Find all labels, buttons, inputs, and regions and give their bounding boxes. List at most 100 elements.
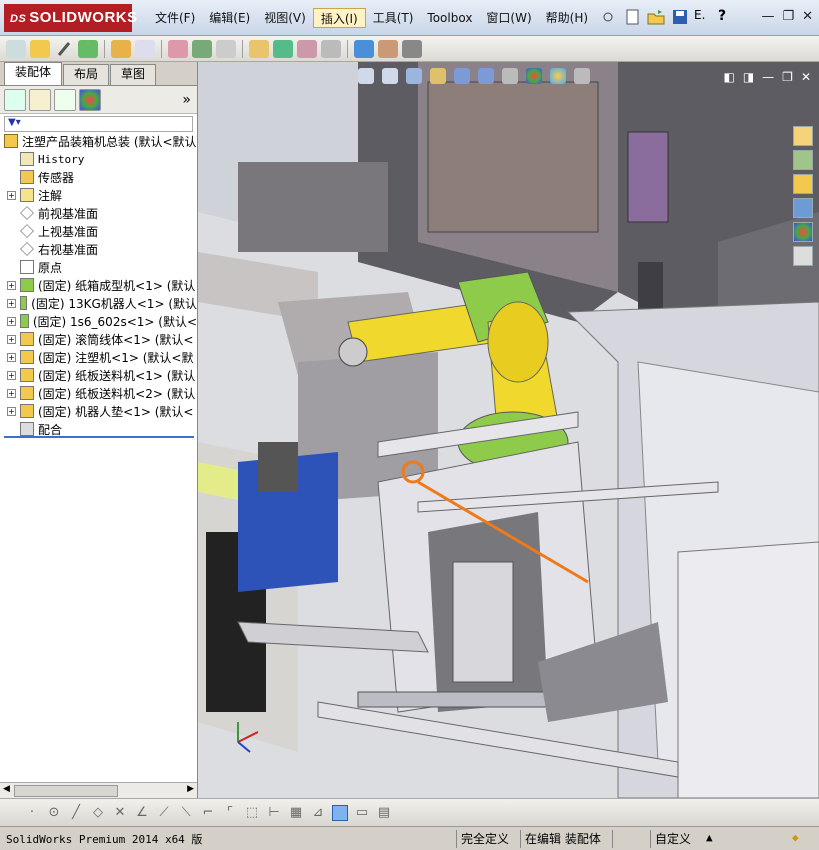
- corner-icon[interactable]: ⌜: [222, 805, 238, 821]
- instant3d-icon[interactable]: [402, 39, 422, 58]
- menu-item[interactable]: 文件(F): [148, 8, 202, 28]
- grid-icon[interactable]: ▦: [288, 805, 304, 821]
- mirror-icon[interactable]: ⟍: [178, 805, 194, 821]
- relations-icon[interactable]: ⊿: [310, 805, 326, 821]
- solidworks-resources-icon[interactable]: [793, 126, 813, 146]
- tree-item[interactable]: + (固定) 注塑机<1> (默认<默: [0, 348, 197, 366]
- view-orientation-icon[interactable]: [454, 68, 470, 84]
- expand-icon[interactable]: +: [7, 406, 16, 416]
- exploded-view-icon[interactable]: [297, 39, 317, 58]
- graphics-area[interactable]: ◧ ◨ — ❐ ✕ S 中 ☽ °, ⌨ 👤 👕: [198, 62, 819, 798]
- insert-component-icon[interactable]: [6, 39, 26, 58]
- tree-item[interactable]: + (固定) 1s6_602s<1> (默认<: [0, 312, 197, 330]
- pin-icon[interactable]: [598, 8, 618, 26]
- tree-item[interactable]: + (固定) 滚筒线体<1> (默认<: [0, 330, 197, 348]
- view-settings-icon[interactable]: [574, 68, 590, 84]
- viewport-next-icon[interactable]: ◨: [743, 70, 754, 84]
- new-motion-study-icon[interactable]: [249, 39, 269, 58]
- file-explorer-icon[interactable]: [793, 174, 813, 194]
- design-library-icon[interactable]: [793, 150, 813, 170]
- appearances-icon[interactable]: [793, 222, 813, 242]
- mate-icon[interactable]: [54, 40, 74, 58]
- linear-pattern-icon[interactable]: [78, 39, 98, 58]
- scroll-left-icon[interactable]: ◀: [3, 784, 10, 794]
- tree-item[interactable]: 上视基准面: [0, 222, 197, 240]
- expand-icon[interactable]: +: [7, 298, 16, 308]
- tree-item[interactable]: + (固定) 纸板送料机<1> (默认: [0, 366, 197, 384]
- expand-icon[interactable]: +: [7, 388, 16, 398]
- tree-item[interactable]: History: [0, 150, 197, 168]
- display-manager-icon[interactable]: [79, 88, 101, 111]
- panel-expand-icon[interactable]: »: [182, 92, 191, 108]
- new-part-icon[interactable]: [30, 39, 50, 58]
- table-view-icon[interactable]: ▤: [376, 805, 392, 821]
- tag-icon[interactable]: ◆: [792, 831, 799, 844]
- assembly-features-icon[interactable]: [192, 39, 212, 58]
- expand-icon[interactable]: +: [7, 334, 16, 344]
- fillet-icon[interactable]: ⌐: [200, 805, 216, 821]
- menu-item[interactable]: 工具(T): [366, 8, 421, 28]
- clearance-icon[interactable]: [378, 39, 398, 58]
- expand-icon[interactable]: +: [7, 352, 16, 362]
- apply-scene-icon[interactable]: [550, 68, 566, 84]
- view-palette-icon[interactable]: [793, 198, 813, 218]
- tree-item[interactable]: + (固定) 机器人垫<1> (默认<: [0, 402, 197, 420]
- status-units[interactable]: 自定义: [650, 830, 691, 848]
- tree-filter[interactable]: ▼▾: [4, 116, 193, 132]
- zoom-area-icon[interactable]: [382, 68, 398, 84]
- plane-view-icon[interactable]: ▭: [354, 805, 370, 821]
- display-style-icon[interactable]: [478, 68, 494, 84]
- bill-of-materials-icon[interactable]: [273, 39, 293, 58]
- menu-item[interactable]: Toolbox: [420, 8, 479, 28]
- panel-horizontal-scrollbar[interactable]: ◀ ▶: [0, 782, 197, 798]
- solidworks-logo[interactable]: DS SOLIDWORKS: [4, 4, 137, 32]
- rectangle-icon[interactable]: ⬚: [244, 805, 260, 821]
- hide-show-items-icon[interactable]: [502, 68, 518, 84]
- scroll-right-icon[interactable]: ▶: [187, 784, 194, 794]
- tree-item[interactable]: 传感器: [0, 168, 197, 186]
- reference-geometry-icon[interactable]: [216, 39, 236, 58]
- scrollbar-thumb[interactable]: [14, 785, 118, 797]
- smart-dimension-icon[interactable]: ⊢: [266, 805, 282, 821]
- previous-view-icon[interactable]: [406, 68, 422, 84]
- smart-fasteners-icon[interactable]: [111, 39, 131, 58]
- menu-item[interactable]: 视图(V): [257, 8, 313, 28]
- rollback-bar[interactable]: [4, 436, 194, 438]
- menu-item[interactable]: 帮助(H): [539, 8, 595, 28]
- section-view-icon[interactable]: [430, 68, 446, 84]
- offset-icon[interactable]: ⟋: [156, 805, 172, 821]
- tree-item[interactable]: + (固定) 纸箱成型机<1> (默认: [0, 276, 197, 294]
- property-manager-icon[interactable]: [29, 88, 51, 111]
- tree-item[interactable]: + 注解: [0, 186, 197, 204]
- shaded-view-icon[interactable]: [332, 804, 348, 821]
- menu-item[interactable]: 编辑(E): [202, 8, 257, 28]
- feature-manager-icon[interactable]: [4, 88, 26, 111]
- expand-icon[interactable]: +: [7, 370, 16, 380]
- tree-item[interactable]: + (固定) 纸板送料机<2> (默认: [0, 384, 197, 402]
- menu-item[interactable]: 窗口(W): [479, 8, 538, 28]
- save-icon[interactable]: [670, 8, 690, 26]
- circle-icon[interactable]: ⊙: [46, 805, 62, 821]
- tree-item[interactable]: 前视基准面: [0, 204, 197, 222]
- tree-item[interactable]: 右视基准面: [0, 240, 197, 258]
- edit-appearance-icon[interactable]: [526, 68, 542, 84]
- zoom-to-fit-icon[interactable]: [358, 68, 374, 84]
- panel-tab[interactable]: 装配体: [4, 62, 63, 85]
- viewport-restore-icon[interactable]: ❐: [782, 70, 793, 84]
- point-icon[interactable]: ·: [24, 805, 40, 821]
- custom-properties-icon[interactable]: [793, 246, 813, 266]
- show-hidden-icon[interactable]: [168, 39, 188, 58]
- minimize-icon[interactable]: —: [761, 9, 774, 24]
- viewport-close-icon[interactable]: ✕: [801, 70, 811, 84]
- expand-icon[interactable]: +: [7, 190, 16, 200]
- line-icon[interactable]: ╱: [68, 805, 84, 821]
- menu-item[interactable]: 插入(I): [312, 8, 366, 28]
- close-icon[interactable]: ✕: [802, 9, 813, 24]
- tree-root[interactable]: 注塑产品装箱机总装 (默认<默认: [0, 132, 197, 150]
- viewport-prev-icon[interactable]: ◧: [723, 70, 734, 84]
- open-icon[interactable]: [646, 8, 666, 26]
- explode-line-icon[interactable]: [321, 39, 341, 58]
- new-document-icon[interactable]: [622, 8, 642, 26]
- units-arrow-icon[interactable]: ▲: [706, 831, 713, 844]
- polygon-icon[interactable]: ◇: [90, 805, 106, 821]
